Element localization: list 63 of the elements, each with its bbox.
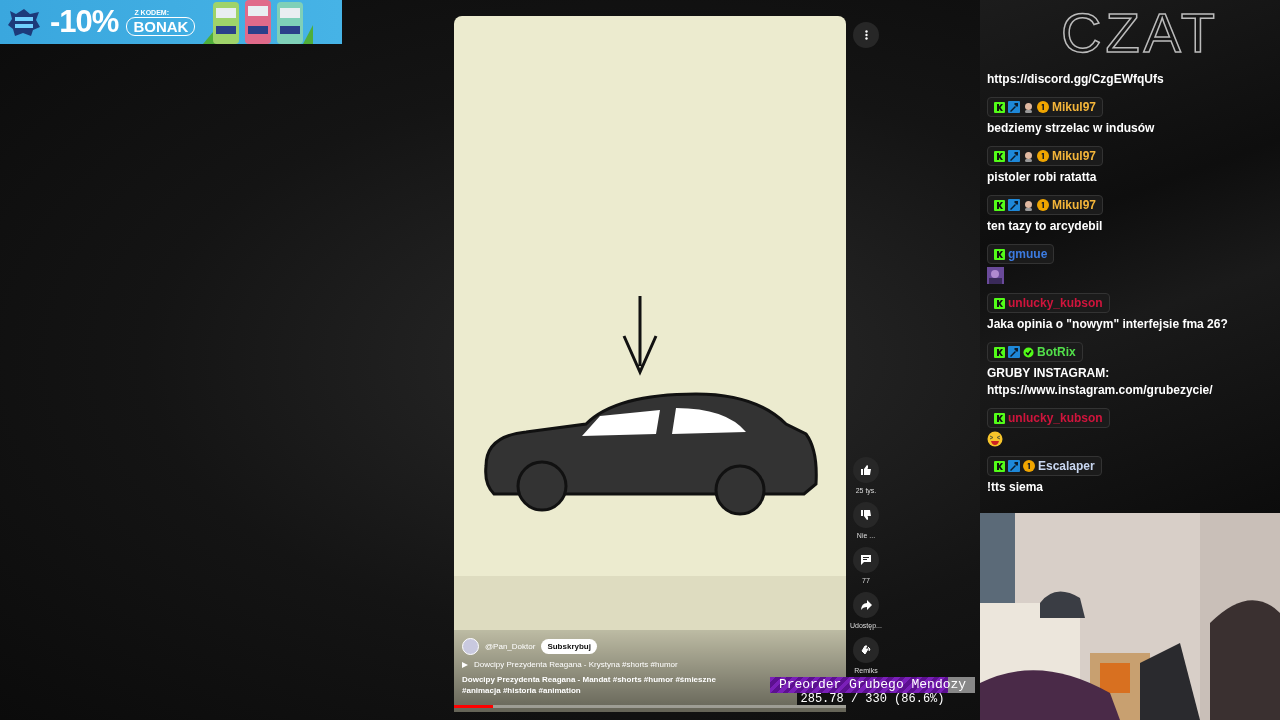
username: gmuue [1008, 246, 1048, 262]
face-badge-icon [1023, 199, 1034, 211]
username-tag[interactable]: Mikul97 [987, 146, 1103, 166]
username: Mikul97 [1052, 99, 1096, 115]
video-title: Dowcipy Prezydenta Reagana - Mandat #shorts #humor #śmieszne #animacja #historia #animation [462, 674, 717, 696]
chat-message: ten tazy to arcydebil [987, 218, 1104, 235]
face-badge-icon [1023, 101, 1034, 113]
share-icon [860, 599, 872, 611]
username-tag[interactable]: BotRix [987, 342, 1083, 362]
coin-badge-icon [1037, 150, 1049, 162]
subscribe-button[interactable]: Subskrybuj [541, 639, 597, 654]
username-tag[interactable]: Mikul97 [987, 195, 1103, 215]
chat-message: GRUBY INSTAGRAM: https://www.instagram.com/grubezycie/ [987, 365, 1214, 399]
goal-title: Preorder Grubego Mendozy [777, 677, 968, 693]
dislike-button[interactable] [853, 502, 879, 528]
check-badge-icon [1023, 346, 1034, 358]
username: Mikul97 [1052, 148, 1096, 164]
sword-badge-icon [1008, 346, 1020, 358]
kick-badge-icon [994, 346, 1005, 358]
more-button[interactable] [853, 22, 879, 48]
share-button[interactable] [853, 592, 879, 618]
kick-badge-icon [994, 248, 1005, 260]
username: unlucky_kubson [1008, 295, 1103, 311]
coin-badge-icon [1037, 101, 1049, 113]
username-tag[interactable]: Escalaper [987, 456, 1102, 476]
play-icon [462, 661, 468, 668]
kick-badge-icon [994, 297, 1005, 309]
kick-badge-icon [994, 412, 1005, 424]
chat-message: Jaka opinia o "nowym" interfejsie fma 26? [987, 316, 1229, 333]
like-button[interactable] [853, 457, 879, 483]
thumbs-down-icon [860, 509, 872, 521]
username-tag[interactable]: Mikul97 [987, 97, 1103, 117]
emote-icon [987, 267, 1004, 284]
more-icon [864, 30, 868, 40]
chat-message: !tts siema [987, 479, 1045, 496]
comments-button[interactable] [853, 547, 879, 573]
kick-badge-icon [994, 150, 1005, 162]
discount-text: -10% [50, 4, 119, 40]
thumbs-up-icon [860, 464, 872, 476]
username: unlucky_kubson [1008, 410, 1103, 426]
kick-badge-icon [994, 460, 1005, 472]
username: BotRix [1037, 344, 1076, 360]
coin-badge-icon [1037, 199, 1049, 211]
kick-badge-icon [994, 101, 1005, 113]
sword-badge-icon [1008, 101, 1020, 113]
username-tag[interactable]: gmuue [987, 244, 1055, 264]
promo-code: BONAK [126, 16, 196, 36]
chat-title: CZAT [1060, 0, 1220, 66]
face-badge-icon [1023, 150, 1034, 162]
sword-badge-icon [1008, 460, 1020, 472]
chat-message: https://discord.gg/CzgEWfqUfs [987, 71, 1165, 88]
progress-track[interactable] [454, 705, 846, 708]
coin-badge-icon [1023, 460, 1035, 472]
laughing-emoji-icon [987, 431, 1003, 447]
chat-message: bedziemy strzelac w indusów [987, 120, 1156, 137]
chat-message: pistoler robi ratatta [987, 169, 1098, 186]
username: Mikul97 [1052, 197, 1096, 213]
sword-badge-icon [1008, 150, 1020, 162]
sword-badge-icon [1008, 199, 1020, 211]
kick-badge-icon [994, 199, 1005, 211]
comment-icon [860, 554, 872, 566]
logo-icon [6, 7, 42, 37]
username: Escalaper [1038, 458, 1095, 474]
